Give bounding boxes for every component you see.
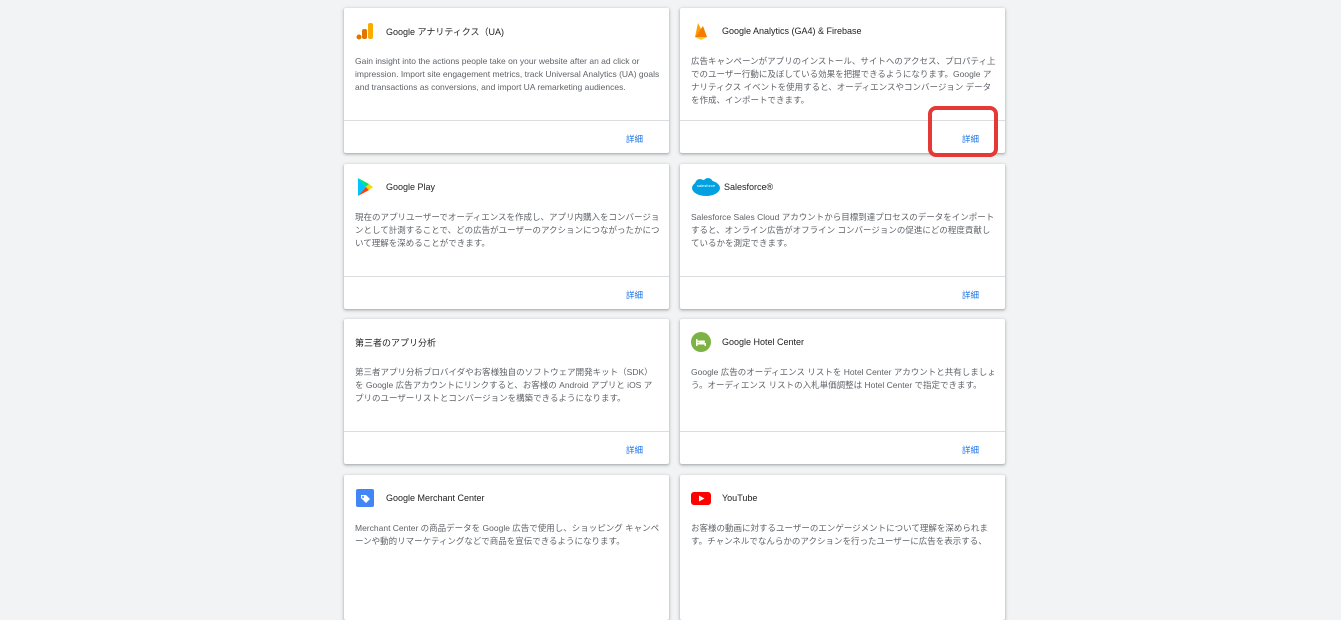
details-link[interactable]: 詳細 (626, 133, 643, 145)
card-header: 第三者のアプリ分析 (355, 331, 436, 353)
card-description: Merchant Center の商品データを Google 広告で使用し、ショ… (355, 523, 660, 546)
youtube-icon (691, 488, 711, 508)
card-title: YouTube (722, 493, 758, 503)
card-footer: 詳細 (344, 120, 669, 153)
card-header: Google アナリティクス（UA) (355, 20, 504, 42)
integration-card-google-analytics-ua: Google アナリティクス（UA) Gain insight into the… (344, 8, 669, 153)
integration-card-salesforce: salesforce Salesforce® Salesforce Sales … (680, 164, 1005, 309)
integration-card-google-merchant-center: Google Merchant Center Merchant Center の… (344, 475, 669, 620)
integration-card-google-play: Google Play 現在のアプリユーザーでオーディエンスを作成し、アプリ内購… (344, 164, 669, 309)
card-footer: 詳細 (680, 120, 1005, 153)
card-title: Google Play (386, 182, 436, 192)
salesforce-icon: salesforce (691, 177, 721, 197)
card-title: Google アナリティクス（UA) (386, 26, 505, 37)
card-header: Google Play (355, 176, 435, 198)
details-link[interactable]: 詳細 (626, 444, 643, 456)
card-description: 広告キャンペーンがアプリのインストール、サイトへのアクセス、プロパティ上でのユー… (691, 56, 996, 105)
card-title: Salesforce® (724, 182, 774, 192)
card-header: Google Hotel Center (691, 331, 804, 353)
card-title: Google Analytics (GA4) & Firebase (722, 26, 862, 36)
card-footer: 詳細 (680, 276, 1005, 309)
google-play-icon (355, 177, 375, 197)
card-footer: 詳細 (344, 276, 669, 309)
card-description: Google 広告のオーディエンス リストを Hotel Center アカウン… (691, 367, 996, 390)
hotel-bed-icon (691, 332, 711, 352)
card-header: YouTube (691, 487, 757, 509)
card-header: salesforce Salesforce® (691, 176, 773, 198)
details-link[interactable]: 詳細 (962, 444, 979, 456)
firebase-icon (691, 21, 711, 41)
card-header: Google Analytics (GA4) & Firebase (691, 20, 862, 42)
card-title: Google Merchant Center (386, 493, 485, 503)
card-description: お客様の動画に対するユーザーのエンゲージメントについて理解を深められます。チャン… (691, 523, 988, 546)
card-title: Google Hotel Center (722, 337, 805, 347)
integration-card-youtube: YouTube お客様の動画に対するユーザーのエンゲージメントについて理解を深め… (680, 475, 1005, 620)
card-description: 第三者アプリ分析プロバイダやお客様独自のソフトウェア開発キット（SDK）を Go… (355, 367, 653, 403)
card-title: 第三者のアプリ分析 (355, 337, 437, 348)
card-description: Salesforce Sales Cloud アカウントから目標到達プロセスのデ… (691, 212, 995, 248)
details-link[interactable]: 詳細 (962, 289, 979, 301)
google-analytics-icon (355, 21, 375, 41)
integration-card-ga4-firebase: Google Analytics (GA4) & Firebase 広告キャンペ… (680, 8, 1005, 153)
details-link[interactable]: 詳細 (626, 289, 643, 301)
card-description: 現在のアプリユーザーでオーディエンスを作成し、アプリ内購入をコンバージョンとして… (355, 212, 660, 248)
card-description: Gain insight into the actions people tak… (355, 56, 660, 92)
details-link[interactable]: 詳細 (962, 133, 979, 145)
integration-card-third-party-app-analytics: 第三者のアプリ分析 第三者アプリ分析プロバイダやお客様独自のソフトウェア開発キッ… (344, 319, 669, 464)
card-footer: 詳細 (344, 431, 669, 464)
merchant-center-icon (355, 488, 375, 508)
card-header: Google Merchant Center (355, 487, 485, 509)
card-footer: 詳細 (680, 431, 1005, 464)
salesforce-logo-text: salesforce (696, 183, 716, 188)
integration-card-google-hotel-center: Google Hotel Center Google 広告のオーディエンス リス… (680, 319, 1005, 464)
